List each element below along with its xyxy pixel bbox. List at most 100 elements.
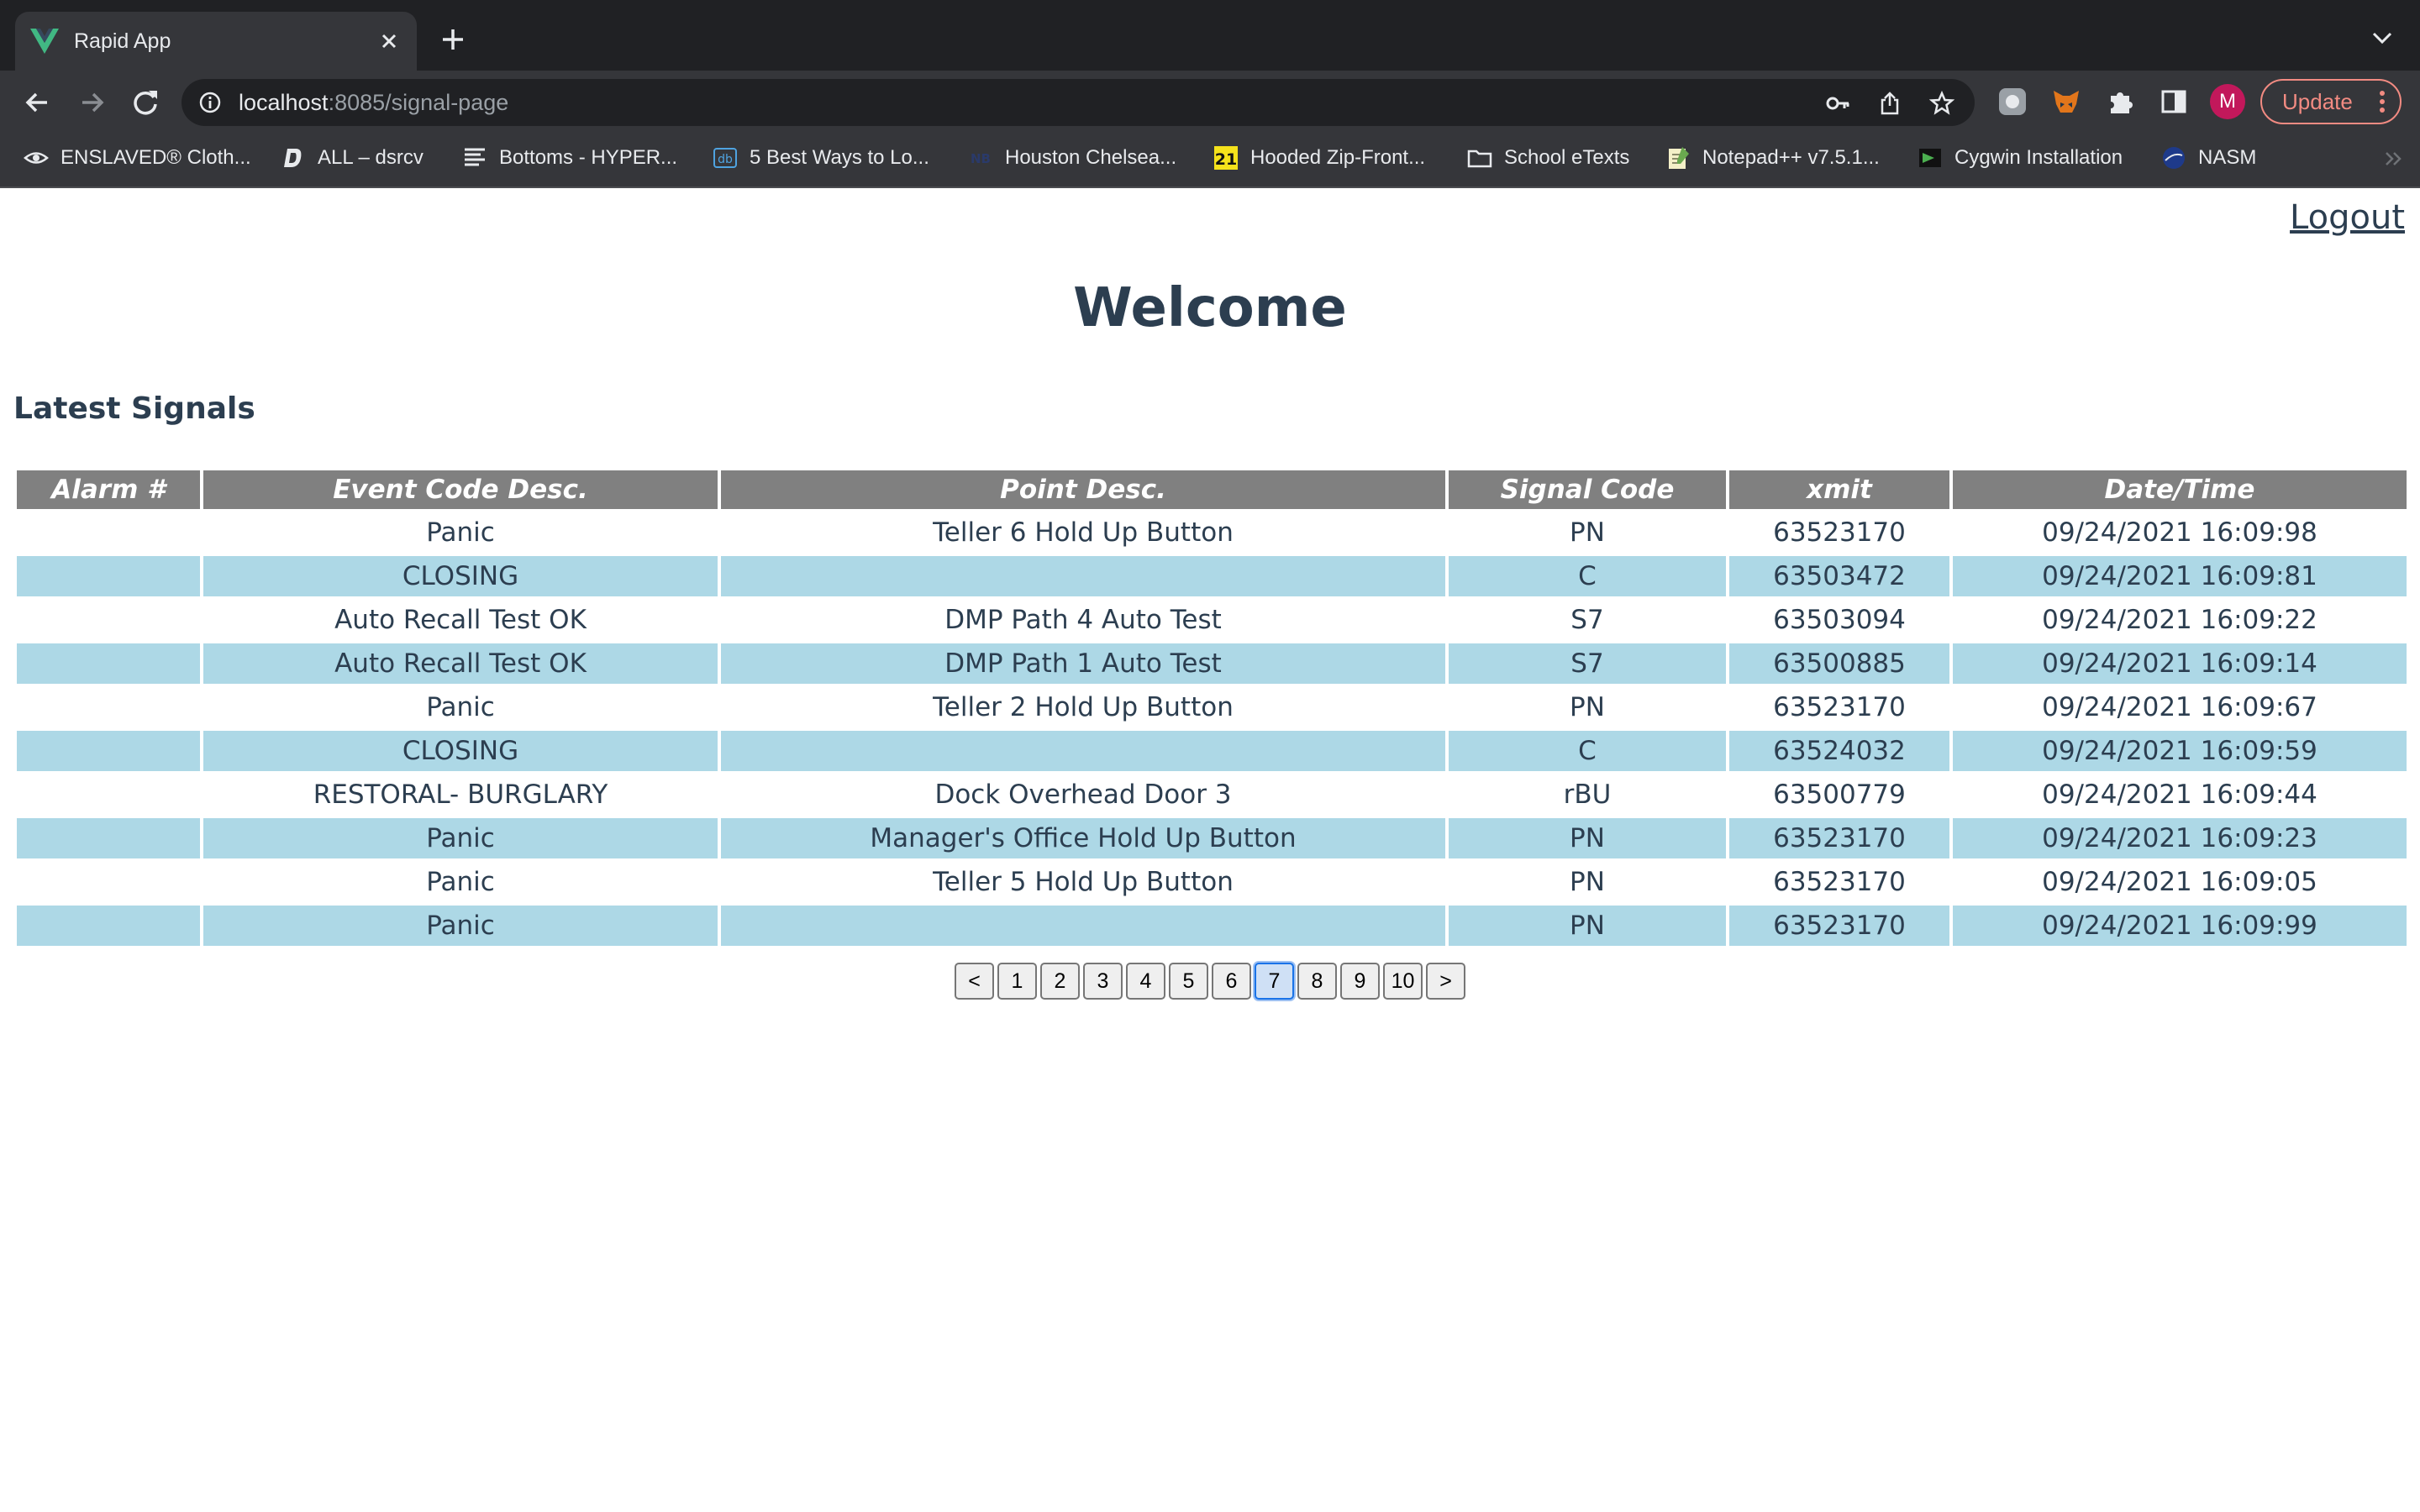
close-tab-icon[interactable] [375,27,403,55]
datetime-cell: 09/24/2021 16:09:44 [2042,780,2317,810]
datetime-cell: 09/24/2021 16:09:98 [2042,517,2317,548]
bookmark-item[interactable]: NASM [2161,143,2256,173]
xmit-cell: 63523170 [1729,906,1949,946]
screenshot-extension-icon[interactable] [1996,86,2028,118]
bookmarks-bar: ENSLAVED® Cloth... ALL – dsrcv Bottoms -… [0,131,2420,188]
profile-avatar[interactable]: M [2210,84,2245,119]
column-header-signal-code: Signal Code [1449,470,1726,509]
address-bar[interactable]: localhost:8085/signal-page [182,79,1975,126]
datetime-cell: 09/24/2021 16:09:67 [2042,692,2317,722]
table-header-row: Alarm # Event Code Desc. Point Desc. Sig… [17,470,2407,509]
vue-logo-icon [30,29,59,54]
page-5-button[interactable]: 5 [1169,963,1208,1000]
bookmarks-overflow-icon[interactable] [2383,150,2403,168]
svg-text:21: 21 [1215,150,1237,169]
alarm-cell [17,774,200,815]
signal-code-cell: PN [1570,867,1605,897]
reload-icon[interactable] [129,86,162,119]
alarm-cell [17,643,200,684]
alarm-cell [17,862,200,902]
browser-tab-strip: Rapid App [0,0,2420,71]
page-2-button[interactable]: 2 [1040,963,1080,1000]
datetime-cell: 09/24/2021 16:09:81 [1953,556,2407,596]
bookmark-item[interactable]: Notepad++ v7.5.1... [1665,143,1880,173]
event-code-cell: Auto Recall Test OK [334,605,587,635]
table-row: Auto Recall Test OK DMP Path 4 Auto Test… [17,600,2407,640]
page-8-button[interactable]: 8 [1297,963,1337,1000]
side-panel-icon[interactable] [2158,86,2190,118]
table-row: Panic Teller 2 Hold Up Button PN 6352317… [17,687,2407,727]
page-3-button[interactable]: 3 [1083,963,1123,1000]
forward-arrow-icon[interactable] [76,86,109,119]
datetime-cell: 09/24/2021 16:09:14 [1953,643,2407,684]
table-row: Panic Manager's Office Hold Up Button PN… [17,818,2407,858]
xmit-cell: 63523170 [1729,818,1949,858]
xmit-cell: 63524032 [1729,731,1949,771]
xmit-cell: 63523170 [1773,517,1906,548]
back-arrow-icon[interactable] [20,86,54,119]
key-icon[interactable] [1825,91,1850,116]
signal-code-cell: S7 [1570,605,1604,635]
url-text[interactable]: localhost:8085/signal-page [239,89,508,116]
xmit-cell: 63500885 [1729,643,1949,684]
metamask-fox-icon[interactable] [2050,86,2082,118]
xmit-cell: 63523170 [1773,867,1906,897]
page-6-button[interactable]: 6 [1212,963,1251,1000]
page-1-button[interactable]: 1 [997,963,1037,1000]
page-9-button[interactable]: 9 [1340,963,1380,1000]
column-header-xmit: xmit [1729,470,1949,509]
browser-toolbar: localhost:8085/signal-page M Update [0,71,2420,131]
share-icon[interactable] [1877,91,1902,116]
table-row: Panic PN 63523170 09/24/2021 16:09:99 [17,906,2407,946]
svg-text:NB: NB [971,151,991,166]
event-code-cell: CLOSING [203,731,718,771]
bookmark-item[interactable]: School eTexts [1467,143,1629,173]
event-code-cell: Panic [426,692,495,722]
extensions-puzzle-icon[interactable] [2104,86,2136,118]
bookmark-item[interactable]: ENSLAVED® Cloth... [24,143,251,173]
alarm-cell [17,600,200,640]
next-page-button[interactable]: > [1426,963,1465,1000]
bookmark-item[interactable]: db 5 Best Ways to Lo... [713,143,929,173]
logout-link[interactable]: Logout [2290,198,2405,237]
event-code-cell: CLOSING [203,556,718,596]
point-cell [721,731,1445,771]
xmit-cell: 63500779 [1773,780,1906,810]
bookmark-item[interactable]: NB Houston Chelsea... [968,143,1176,173]
page-title: Welcome [1073,277,1347,339]
signals-table: Alarm # Event Code Desc. Point Desc. Sig… [13,467,2410,949]
event-code-cell: Panic [203,818,718,858]
21-logo-icon: 21 [1214,146,1238,170]
bookmark-item[interactable]: Cygwin Installation [1918,143,2123,173]
column-header-event-code: Event Code Desc. [203,470,718,509]
column-header-alarm: Alarm # [17,470,200,509]
point-cell [721,906,1445,946]
pagination: < 1 2 3 4 5 6 7 8 9 10 > [0,963,2420,1000]
page-7-button-current[interactable]: 7 [1255,963,1294,1000]
browser-tab[interactable]: Rapid App [15,12,417,71]
bookmark-item[interactable]: 21 Hooded Zip-Front... [1213,143,1425,173]
prev-page-button[interactable]: < [955,963,994,1000]
xmit-cell: 63503472 [1729,556,1949,596]
bookmark-item[interactable]: Bottoms - HYPER... [462,143,677,173]
tab-search-chevron-icon[interactable] [2370,29,2395,47]
table-row: Panic Teller 5 Hold Up Button PN 6352317… [17,862,2407,902]
alarm-cell [17,906,200,946]
page-4-button[interactable]: 4 [1126,963,1165,1000]
bookmark-star-icon[interactable] [1929,91,1954,116]
signal-code-cell: S7 [1449,643,1726,684]
d-logo-icon [284,149,302,167]
update-button[interactable]: Update [2260,79,2402,124]
point-cell: Teller 6 Hold Up Button [933,517,1234,548]
nb-logo-icon: NB [971,151,991,166]
site-info-icon[interactable] [198,91,222,114]
alarm-cell [17,512,200,553]
alarm-cell [17,687,200,727]
page-10-button[interactable]: 10 [1383,963,1423,1000]
more-vert-icon [2380,91,2385,113]
event-code-cell: Panic [203,906,718,946]
bookmark-item[interactable]: ALL – dsrcv [281,143,424,173]
new-tab-icon[interactable] [439,25,467,54]
point-cell: Manager's Office Hold Up Button [721,818,1445,858]
point-cell: Dock Overhead Door 3 [934,780,1232,810]
